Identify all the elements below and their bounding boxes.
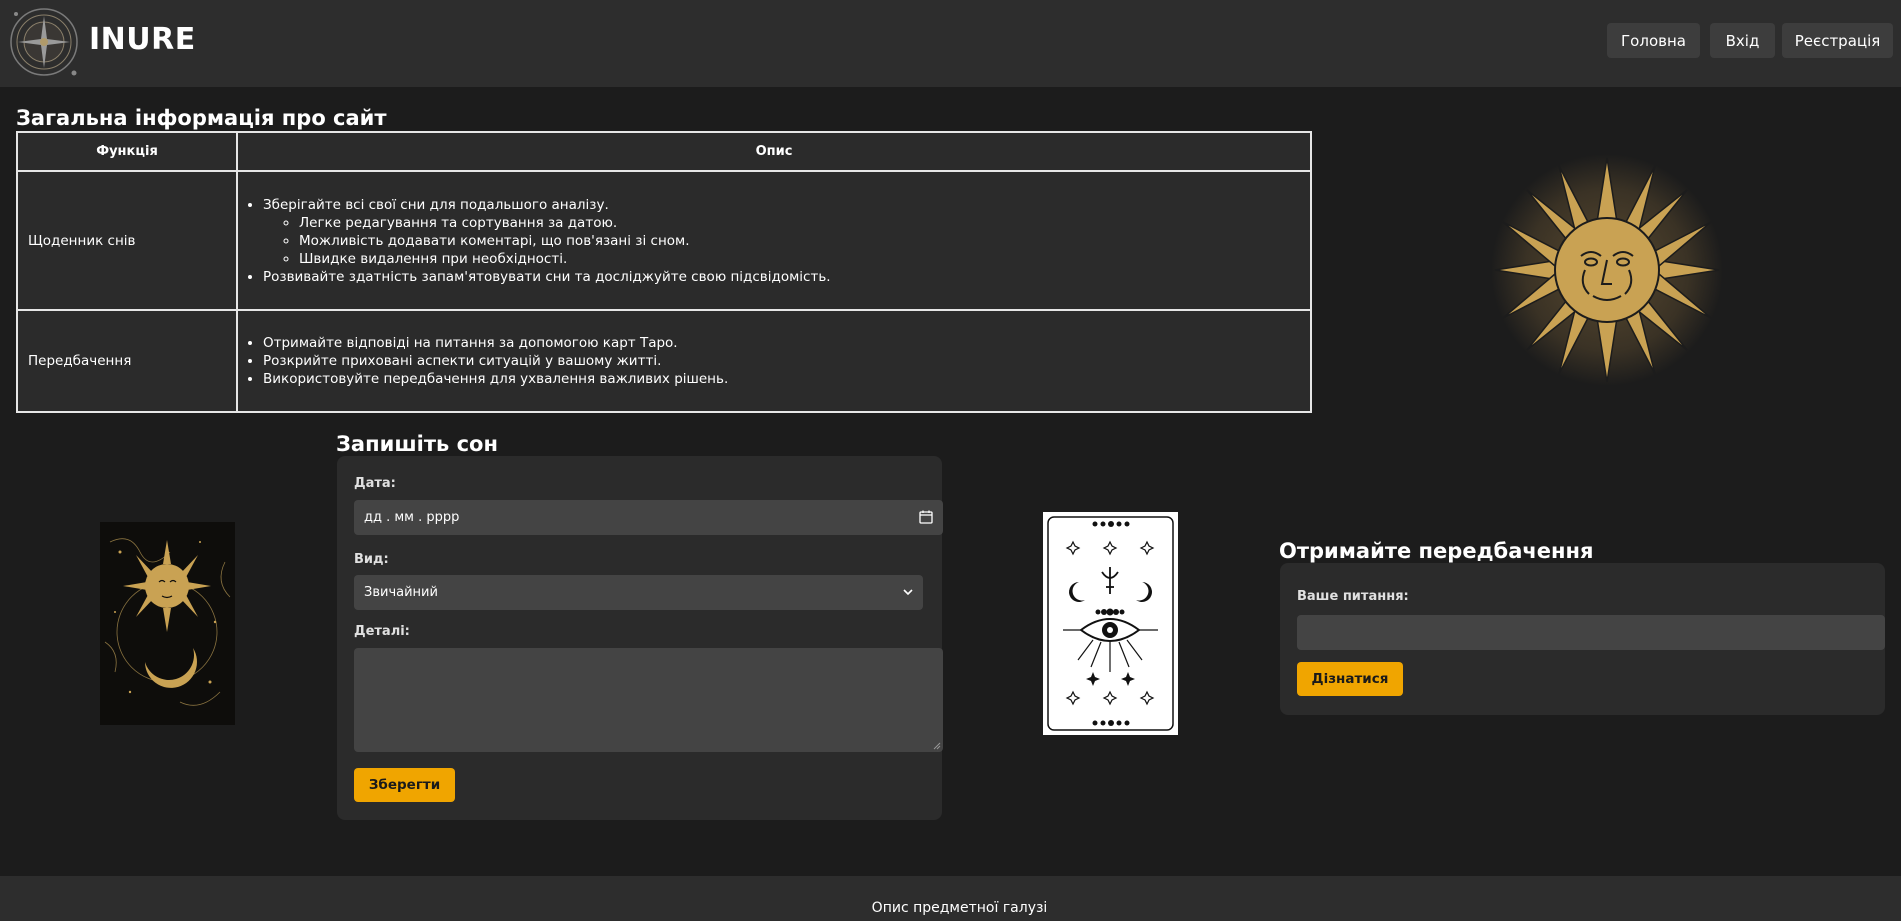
date-placeholder: дд . мм . рррр	[364, 510, 460, 525]
calendar-icon[interactable]	[919, 510, 933, 524]
table-header-row: Функція Опис	[16, 131, 1312, 172]
site-footer: Опис предметної галузі	[0, 876, 1901, 921]
footer-text: Опис предметної галузі	[871, 900, 1048, 916]
type-label: Вид:	[354, 552, 389, 567]
eye-card-image	[1043, 512, 1178, 735]
resize-handle-icon[interactable]	[933, 742, 941, 750]
chevron-down-icon	[903, 589, 913, 596]
dream-form-panel: Дата: дд . мм . рррр Вид: Звичайний Дета…	[337, 456, 943, 820]
type-selected-value: Звичайний	[364, 585, 438, 600]
site-header: INURE Головна Вхід Реєстрація	[0, 0, 1901, 87]
list-item: Отримайте відповіді на питання за допомо…	[263, 334, 1310, 352]
table-row: Передбачення Отримайте відповіді на пита…	[16, 309, 1312, 413]
sub-feature-list: Легке редагування та сортування за датою…	[263, 214, 1310, 268]
column-header-function: Функція	[16, 131, 238, 172]
list-item: Зберігайте всі свої сни для подальшого а…	[263, 196, 1310, 214]
list-item: Можливість додавати коментарі, що пов'яз…	[299, 232, 1310, 250]
function-cell: Передбачення	[16, 309, 238, 413]
list-item: Швидке видалення при необхідності.	[299, 250, 1310, 268]
predict-button[interactable]: Дізнатися	[1297, 662, 1403, 696]
function-cell: Щоденник снів	[16, 170, 238, 311]
brand-title: INURE	[89, 22, 196, 57]
sub-list-container: Легке редагування та сортування за датою…	[263, 214, 1310, 268]
sun-moon-card-image	[100, 522, 235, 725]
question-label: Ваше питання:	[1297, 589, 1409, 604]
dream-form-title: Запишіть сон	[336, 432, 498, 456]
list-item: Розвивайте здатність запам'ятовувати сни…	[263, 268, 1310, 286]
compass-logo-icon[interactable]	[8, 6, 80, 78]
list-item: Використовуйте передбачення для ухваленн…	[263, 370, 1310, 388]
feature-list: Зберігайте всі свої сни для подальшого а…	[238, 196, 1310, 286]
nav-login-button[interactable]: Вхід	[1710, 23, 1775, 58]
list-item: Легке редагування та сортування за датою…	[299, 214, 1310, 232]
column-header-description: Опис	[236, 131, 1312, 172]
list-item: Розкрийте приховані аспекти ситуацій у в…	[263, 352, 1310, 370]
nav-register-button[interactable]: Реєстрація	[1782, 23, 1893, 58]
nav-home-button[interactable]: Головна	[1607, 23, 1700, 58]
feature-list: Отримайте відповіді на питання за допомо…	[238, 334, 1310, 388]
details-label: Деталі:	[354, 624, 410, 639]
info-table: Функція Опис Щоденник снів Зберігайте вс…	[16, 131, 1312, 413]
prediction-form-title: Отримайте передбачення	[1279, 539, 1594, 563]
type-select[interactable]: Звичайний	[354, 575, 923, 610]
details-textarea[interactable]	[354, 648, 943, 752]
question-input[interactable]	[1297, 615, 1885, 650]
description-cell: Зберігайте всі свої сни для подальшого а…	[236, 170, 1312, 311]
table-row: Щоденник снів Зберігайте всі свої сни дл…	[16, 170, 1312, 311]
save-button[interactable]: Зберегти	[354, 768, 455, 802]
sun-face-image	[1491, 154, 1723, 386]
info-title: Загальна інформація про сайт	[16, 106, 387, 130]
prediction-form-panel: Ваше питання: Дізнатися	[1280, 563, 1885, 715]
description-cell: Отримайте відповіді на питання за допомо…	[236, 309, 1312, 413]
date-label: Дата:	[354, 476, 396, 491]
date-input[interactable]: дд . мм . рррр	[354, 500, 943, 535]
